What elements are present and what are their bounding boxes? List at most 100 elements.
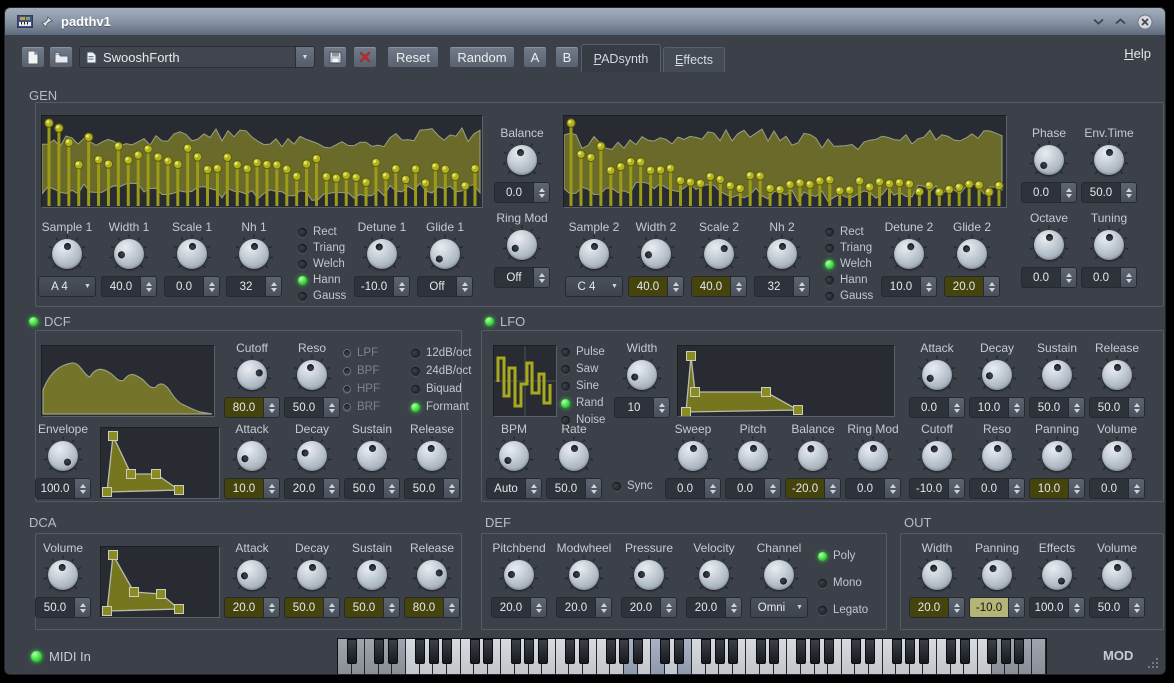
black-key-13[interactable] bbox=[524, 639, 534, 664]
radio-noise[interactable]: Noise bbox=[561, 412, 605, 428]
resize-grip[interactable] bbox=[1148, 658, 1159, 669]
gen-detune2-knob[interactable] bbox=[889, 234, 929, 274]
dcf-envelope-spinbox[interactable]: 100.0 bbox=[35, 478, 91, 499]
gen-glide1-spinbox[interactable]: Off bbox=[417, 276, 473, 297]
gen-envtime-spinner[interactable] bbox=[1120, 183, 1136, 202]
lfo-sustain-knob[interactable] bbox=[1037, 355, 1077, 395]
lfo-decay-spinbox[interactable]: 10.0 bbox=[969, 397, 1025, 418]
gen-sample2-combobox[interactable]: C 4▼ bbox=[565, 276, 623, 297]
radio-sine[interactable]: Sine bbox=[561, 378, 605, 394]
dca-decay-spinbox[interactable]: 50.0 bbox=[284, 597, 340, 618]
dcf-release-spinbox[interactable]: 50.0 bbox=[404, 478, 460, 499]
black-key-41[interactable] bbox=[905, 639, 915, 664]
lfo-bpm-spinbox[interactable]: Auto bbox=[486, 478, 542, 499]
lfo-pitch-spinbox[interactable]: 0.0 bbox=[725, 478, 781, 499]
black-key-3[interactable] bbox=[388, 639, 398, 664]
out-width-knob[interactable] bbox=[917, 555, 957, 595]
def-pressure-spinner[interactable] bbox=[660, 598, 676, 617]
piano-keyboard[interactable] bbox=[337, 638, 1047, 675]
dca-sustain-spinbox[interactable]: 50.0 bbox=[344, 597, 400, 618]
open-preset-button[interactable] bbox=[49, 46, 73, 68]
black-key-2[interactable] bbox=[374, 639, 384, 664]
gen-envtime-spinbox[interactable]: 50.0 bbox=[1081, 182, 1137, 203]
dcf-enable-led[interactable] bbox=[29, 317, 38, 326]
gen-detune1-spinner[interactable] bbox=[393, 277, 409, 296]
dcf-attack-spinbox[interactable]: 10.0 bbox=[224, 478, 280, 499]
dca-volume-spinbox[interactable]: 50.0 bbox=[35, 597, 91, 618]
lfo-balance-spinner[interactable] bbox=[824, 479, 840, 498]
lfo-envelope-display[interactable] bbox=[677, 345, 895, 417]
black-key-44[interactable] bbox=[946, 639, 956, 664]
black-key-38[interactable] bbox=[865, 639, 875, 664]
lfo-sustain-spinner[interactable] bbox=[1068, 398, 1084, 417]
lfo-rate-knob[interactable] bbox=[554, 436, 594, 476]
dcf-cutoff-spinbox[interactable]: 80.0 bbox=[224, 397, 280, 418]
mod-label[interactable]: MOD bbox=[1103, 648, 1133, 663]
black-key-9[interactable] bbox=[470, 639, 480, 664]
black-key-19[interactable] bbox=[606, 639, 616, 664]
black-key-47[interactable] bbox=[987, 639, 997, 664]
radio-sync[interactable]: Sync bbox=[612, 478, 653, 494]
def-pressure-knob[interactable] bbox=[629, 555, 669, 595]
lfo-balance-spinbox[interactable]: -20.0 bbox=[785, 478, 841, 499]
gen-balance-spinbox[interactable]: 0.0 bbox=[494, 182, 550, 203]
tab-effects[interactable]: Effects bbox=[663, 47, 725, 72]
out-effects-spinbox[interactable]: 100.0 bbox=[1029, 597, 1085, 618]
lfo-volume-knob[interactable] bbox=[1097, 436, 1137, 476]
lfo-wave-display[interactable] bbox=[493, 345, 557, 417]
save-preset-button[interactable] bbox=[323, 46, 347, 68]
lfo-attack-spinner[interactable] bbox=[948, 398, 964, 417]
lfo-pitch-knob[interactable] bbox=[733, 436, 773, 476]
random-button[interactable]: Random bbox=[449, 46, 515, 68]
lfo-sweep-spinbox[interactable]: 0.0 bbox=[665, 478, 721, 499]
gen-width2-spinner[interactable] bbox=[667, 277, 683, 296]
dcf-attack-knob[interactable] bbox=[232, 436, 272, 476]
lfo-balance-knob[interactable] bbox=[793, 436, 833, 476]
gen-scale2-spinbox[interactable]: 40.0 bbox=[691, 276, 747, 297]
black-key-42[interactable] bbox=[919, 639, 929, 664]
dca-envelope-display[interactable] bbox=[100, 546, 220, 618]
gen-glide1-spinner[interactable] bbox=[456, 277, 472, 296]
gen-octave-spinbox[interactable]: 0.0 bbox=[1021, 267, 1077, 288]
dcf-envelope-display[interactable] bbox=[100, 427, 220, 499]
out-effects-knob[interactable] bbox=[1037, 555, 1077, 595]
dcf-release-spinner[interactable] bbox=[443, 479, 459, 498]
dca-volume-spinner[interactable] bbox=[74, 598, 90, 617]
gen-tuning-spinbox[interactable]: 0.0 bbox=[1081, 267, 1137, 288]
lfo-sustain-spinbox[interactable]: 50.0 bbox=[1029, 397, 1085, 418]
lfo-width-spinner[interactable] bbox=[653, 398, 669, 417]
gen-nh2-knob[interactable] bbox=[762, 234, 802, 274]
radio-formant[interactable]: Formant bbox=[411, 399, 471, 415]
gen-detune1-knob[interactable] bbox=[362, 234, 402, 274]
radio-rect[interactable]: Rect bbox=[298, 224, 346, 240]
close-button[interactable] bbox=[1136, 13, 1153, 30]
lfo-ringmod-spinbox[interactable]: 0.0 bbox=[845, 478, 901, 499]
dca-release-spinbox[interactable]: 80.0 bbox=[404, 597, 460, 618]
gen-width1-knob[interactable] bbox=[109, 234, 149, 274]
radio-welch[interactable]: Welch bbox=[298, 256, 346, 272]
radio-poly[interactable]: Poly bbox=[818, 548, 868, 564]
black-key-26[interactable] bbox=[701, 639, 711, 664]
preset-a-button[interactable]: A bbox=[523, 46, 547, 68]
lfo-panning-spinner[interactable] bbox=[1068, 479, 1084, 498]
def-pressure-spinbox[interactable]: 20.0 bbox=[621, 597, 677, 618]
lfo-sweep-spinner[interactable] bbox=[704, 479, 720, 498]
radio-24db-oct[interactable]: 24dB/oct bbox=[411, 363, 471, 379]
lfo-reso-knob[interactable] bbox=[977, 436, 1017, 476]
black-key-33[interactable] bbox=[796, 639, 806, 664]
def-pitchbend-knob[interactable] bbox=[499, 555, 539, 595]
dcf-reso-spinbox[interactable]: 50.0 bbox=[284, 397, 340, 418]
gen-ringmod-spinner[interactable] bbox=[533, 268, 549, 287]
gen-ringmod-knob[interactable] bbox=[502, 225, 542, 265]
black-key-30[interactable] bbox=[756, 639, 766, 664]
black-key-49[interactable] bbox=[1014, 639, 1024, 664]
black-key-35[interactable] bbox=[824, 639, 834, 664]
dca-sustain-spinner[interactable] bbox=[383, 598, 399, 617]
dca-attack-knob[interactable] bbox=[232, 555, 272, 595]
radio-gauss[interactable]: Gauss bbox=[825, 288, 873, 304]
def-velocity-knob[interactable] bbox=[694, 555, 734, 595]
dca-release-knob[interactable] bbox=[412, 555, 452, 595]
gen-phase-spinner[interactable] bbox=[1060, 183, 1076, 202]
lfo-reso-spinner[interactable] bbox=[1008, 479, 1024, 498]
radio-welch[interactable]: Welch bbox=[825, 256, 873, 272]
